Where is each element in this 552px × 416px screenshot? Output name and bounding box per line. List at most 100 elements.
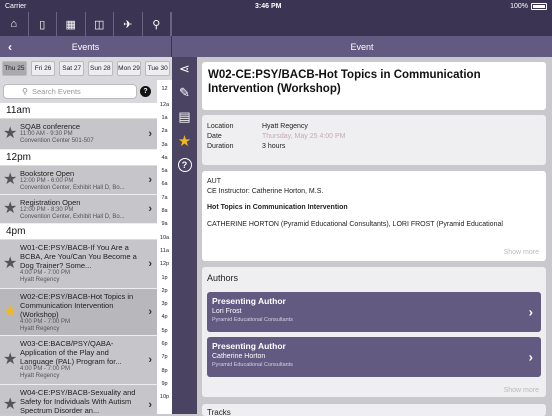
hour-index-item[interactable]: 5a xyxy=(157,164,172,177)
phone-icon[interactable]: ▯ xyxy=(29,12,57,36)
event-location: Hyatt Regency xyxy=(20,326,60,332)
hour-index-item[interactable]: 7a xyxy=(157,191,172,204)
hour-index-item[interactable]: 8a xyxy=(157,204,172,217)
hour-index-item[interactable]: 9p xyxy=(157,377,172,390)
hour-index-item[interactable]: 12a xyxy=(157,98,172,111)
chevron-right-icon: › xyxy=(148,306,152,318)
description-heading: Hot Topics in Communication Intervention xyxy=(207,204,348,211)
event-title: W02-CE:PSY/BACB-Hot Topics in Communicat… xyxy=(20,292,134,319)
help-icon[interactable]: ? xyxy=(140,86,151,97)
time-header: 4pm xyxy=(0,224,157,240)
event-time: 4:00 PM - 7:00 PM xyxy=(20,270,71,276)
airplane-icon[interactable]: ✈ xyxy=(114,12,143,36)
time-header: 12pm xyxy=(0,150,157,166)
show-more-link[interactable]: Show more xyxy=(504,249,539,256)
list-item[interactable]: ★ W03-CE:BACB/PSY/QABA-Application of th… xyxy=(0,336,157,385)
hour-index-item[interactable]: 6p xyxy=(157,337,172,350)
event-title: W01-CE:PSY/BACB-If You Are a BCBA, Are Y… xyxy=(20,243,137,270)
list-item[interactable]: ★ W04-CE:PSY/BACB-Sexuality and Safety f… xyxy=(0,385,157,414)
hour-index-item[interactable]: 2a xyxy=(157,125,172,138)
star-icon[interactable]: ★ xyxy=(3,256,17,272)
grid-icon[interactable]: ▦ xyxy=(57,12,86,36)
hour-index-item[interactable]: 1p xyxy=(157,271,172,284)
search-input[interactable]: ⚲ Search Events xyxy=(3,84,137,99)
hour-index-item[interactable]: 10a xyxy=(157,231,172,244)
duration-label: Duration xyxy=(207,142,234,150)
battery-label: 100% xyxy=(510,2,528,10)
chevron-right-icon: › xyxy=(148,258,152,270)
date-value[interactable]: Thursday, May 25 4:00 PM xyxy=(262,133,346,140)
author-card[interactable]: Presenting Author Lori Frost Pyramid Edu… xyxy=(207,292,541,332)
star-icon[interactable]: ★ xyxy=(172,129,197,153)
battery-area: 100% xyxy=(510,2,547,10)
author-role: Presenting Author xyxy=(212,341,286,351)
hour-index-item[interactable]: 2p xyxy=(157,284,172,297)
hour-index-item[interactable]: 9a xyxy=(157,218,172,231)
carrier-label: Carrier xyxy=(5,2,27,10)
easel-icon[interactable]: ◫ xyxy=(86,12,114,36)
duration-row: Duration 3 hours xyxy=(207,141,541,151)
day-tab[interactable]: Sat 27 xyxy=(59,61,85,76)
star-icon[interactable]: ★ xyxy=(3,126,17,142)
date-row: Date Thursday, May 25 4:00 PM xyxy=(207,131,541,141)
clipboard-icon[interactable]: ▤ xyxy=(172,105,197,129)
share-icon[interactable]: ⋖ xyxy=(172,57,197,81)
show-more-link[interactable]: Show more xyxy=(504,387,539,394)
hour-index-item[interactable]: 12 xyxy=(157,80,172,98)
star-icon[interactable]: ★ xyxy=(3,396,17,413)
event-title: SQAB conference xyxy=(20,122,81,131)
star-icon[interactable]: ★ xyxy=(3,352,17,368)
hour-index-item[interactable]: 7p xyxy=(157,351,172,364)
star-icon[interactable]: ★ xyxy=(3,172,17,188)
hour-index-item[interactable]: 11a xyxy=(157,244,172,257)
hour-index-item[interactable]: 5p xyxy=(157,324,172,337)
hour-index-item[interactable]: 12p xyxy=(157,258,172,271)
hour-index-item[interactable]: 3a xyxy=(157,138,172,151)
event-detail: W02-CE:PSY/BACB-Hot Topics in Communicat… xyxy=(197,57,552,416)
help-icon: ? xyxy=(177,158,192,172)
clock: 3:46 PM xyxy=(255,2,282,10)
status-bar: Carrier 3:46 PM 100% xyxy=(0,0,552,12)
hour-index-item[interactable]: 8p xyxy=(157,364,172,377)
list-item[interactable]: ★ Registration Open 12:00 PM - 8:30 PM C… xyxy=(0,195,157,224)
chevron-right-icon: › xyxy=(528,349,533,365)
list-item[interactable]: ★ SQAB conference 11:00 AM - 9:30 PM Con… xyxy=(0,119,157,150)
pencil-icon[interactable]: ✎ xyxy=(172,81,197,105)
description-line: CATHERINE HORTON (Pyramid Educational Co… xyxy=(207,221,503,228)
hour-index-item[interactable]: 4a xyxy=(157,151,172,164)
author-role: Presenting Author xyxy=(212,296,286,306)
duration-value: 3 hours xyxy=(262,142,286,150)
back-button[interactable]: ‹ xyxy=(8,40,12,54)
hour-index-item[interactable]: 3p xyxy=(157,297,172,310)
event-title: Bookstore Open xyxy=(20,169,75,178)
list-item[interactable]: ★ W01-CE:PSY/BACB-If You Are a BCBA, Are… xyxy=(0,240,157,289)
day-tab[interactable]: Tue 30 xyxy=(145,61,171,76)
day-tab[interactable]: Fri 26 xyxy=(30,61,56,76)
chevron-right-icon: › xyxy=(148,203,152,215)
nav-bar: ‹ Events Event xyxy=(0,36,552,57)
hour-index-item[interactable]: 1a xyxy=(157,111,172,124)
events-nav: ‹ Events xyxy=(0,36,172,57)
list-item[interactable]: ★ Bookstore Open 12:00 PM - 6:00 PM Conv… xyxy=(0,166,157,195)
day-tab[interactable]: Sun 28 xyxy=(88,61,113,76)
list-item[interactable]: ★ W02-CE:PSY/BACB-Hot Topics in Communic… xyxy=(0,289,157,336)
hour-index-item[interactable]: 4p xyxy=(157,311,172,324)
hour-index-item[interactable]: 6a xyxy=(157,178,172,191)
search-icon[interactable]: ⚲ xyxy=(143,12,171,36)
hour-index-item[interactable]: 10p xyxy=(157,391,172,404)
detail-toolbar: ⋖ ✎ ▤ ★ ? xyxy=(172,57,197,414)
star-icon[interactable]: ★ xyxy=(3,304,17,320)
help-button[interactable]: ? xyxy=(172,153,197,177)
date-label: Date xyxy=(207,132,222,140)
home-icon[interactable]: ⌂ xyxy=(0,12,29,36)
location-label: Location xyxy=(207,122,234,130)
author-card[interactable]: Presenting Author Catherine Horton Pyram… xyxy=(207,337,541,377)
day-tab[interactable]: Thu 25 xyxy=(2,61,27,76)
event-detail-title: W02-CE:PSY/BACB-Hot Topics in Communicat… xyxy=(202,62,546,110)
event-location: Convention Center 501-507 xyxy=(20,138,94,144)
search-icon: ⚲ xyxy=(22,87,28,96)
event-location: Hyatt Regency xyxy=(20,373,60,379)
event-time: 11:00 AM - 9:30 PM xyxy=(20,131,73,137)
star-icon[interactable]: ★ xyxy=(3,201,17,217)
day-tab[interactable]: Mon 29 xyxy=(116,61,142,76)
